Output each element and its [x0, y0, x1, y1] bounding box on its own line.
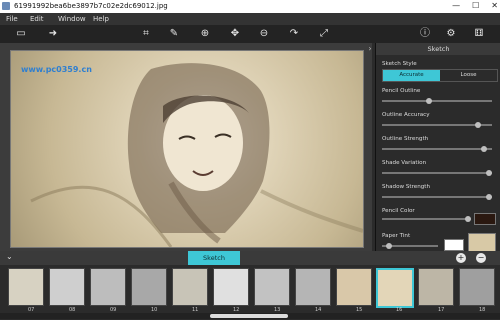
redo-icon[interactable]: ↷ — [287, 27, 301, 41]
preset-thumbnail[interactable] — [295, 268, 331, 306]
outline-accuracy-knob[interactable] — [475, 122, 481, 128]
menu-edit[interactable]: Edit — [30, 15, 44, 23]
minimize-icon[interactable]: — — [452, 1, 460, 10]
style-accurate-button[interactable]: Accurate — [383, 70, 440, 81]
filmstrip-scrollbar[interactable] — [0, 313, 500, 319]
close-icon[interactable]: ✕ — [491, 1, 498, 10]
share-icon[interactable]: ➜ — [46, 27, 60, 41]
panel-title: Sketch — [376, 43, 500, 55]
sketch-drawing — [30, 63, 363, 247]
tab-sketch[interactable]: Sketch — [188, 251, 240, 265]
window-title: 61991992bea6be3897b7c02e2dc69012.jpg — [14, 2, 168, 10]
paper-tint-slider[interactable] — [382, 243, 438, 249]
brush-icon[interactable]: ✎ — [167, 27, 181, 41]
preset-thumbnail[interactable] — [172, 268, 208, 306]
pencil-color-swatch[interactable] — [474, 213, 496, 225]
bottom-bar: ⌄ Sketch + − — [0, 251, 500, 265]
outline-accuracy-slider[interactable] — [382, 122, 492, 128]
preset-thumbnail[interactable] — [49, 268, 85, 306]
fit-icon[interactable]: ⤢ — [317, 27, 331, 41]
collapse-panel-icon[interactable]: › — [365, 43, 375, 55]
preset-thumbnail[interactable] — [213, 268, 249, 306]
sketch-style-label: Sketch Style — [382, 61, 417, 67]
menu-bar: File Edit Window Help — [0, 13, 500, 25]
pencil-color-slider[interactable] — [382, 216, 471, 222]
preset-thumbnail[interactable] — [90, 268, 126, 306]
canvas-area: www.pc0359.cn — [0, 43, 372, 251]
pencil-color-label: Pencil Color — [382, 208, 415, 214]
dice-icon[interactable]: ⚅ — [472, 27, 486, 41]
paper-tint-knob[interactable] — [386, 243, 392, 249]
paper-texture-swatch[interactable] — [468, 233, 496, 253]
preset-filmstrip: 07 08 09 10 11 12 13 14 15 16 17 18 — [0, 265, 500, 320]
toolbar: ▭ ➜ ⌗ ✎ ⊕ ✥ ⊖ ↷ ⤢ ⓘ ⚙ ⚅ — [0, 25, 500, 43]
scrollbar-thumb[interactable] — [210, 314, 288, 318]
maximize-icon[interactable]: ☐ — [472, 1, 479, 10]
collapse-filmstrip-icon[interactable]: ⌄ — [6, 252, 13, 261]
pencil-color-knob[interactable] — [465, 216, 471, 222]
style-loose-button[interactable]: Loose — [440, 70, 497, 81]
remove-preset-button[interactable]: − — [476, 253, 486, 263]
sketch-panel: Sketch Sketch Style Accurate Loose Penci… — [375, 43, 500, 253]
image-icon[interactable]: ▭ — [14, 27, 28, 41]
watermark-text: www.pc0359.cn — [21, 65, 92, 74]
preset-thumbnail[interactable] — [336, 268, 372, 306]
outline-accuracy-label: Outline Accuracy — [382, 112, 430, 118]
pencil-outline-label: Pencil Outline — [382, 88, 421, 94]
shadow-strength-slider[interactable] — [382, 194, 492, 200]
preset-thumbnail[interactable] — [459, 268, 495, 306]
window-controls: — ☐ ✕ — [452, 1, 498, 10]
add-preset-button[interactable]: + — [456, 253, 466, 263]
menu-file[interactable]: File — [6, 15, 18, 23]
crop-icon[interactable]: ⌗ — [139, 27, 153, 41]
sketch-image[interactable]: www.pc0359.cn — [10, 50, 364, 248]
shade-variation-knob[interactable] — [486, 170, 492, 176]
shade-variation-slider[interactable] — [382, 170, 492, 176]
preset-thumbnail[interactable] — [131, 268, 167, 306]
menu-window[interactable]: Window — [58, 15, 86, 23]
outline-strength-slider[interactable] — [382, 146, 492, 152]
preset-thumbnail-selected[interactable] — [376, 268, 414, 308]
pencil-outline-slider[interactable] — [382, 98, 492, 104]
settings-icon[interactable]: ⚙ — [444, 27, 458, 41]
sketch-style-toggle: Accurate Loose — [382, 69, 498, 82]
shadow-strength-knob[interactable] — [486, 194, 492, 200]
menu-help[interactable]: Help — [93, 15, 109, 23]
preset-thumbnail[interactable] — [418, 268, 454, 306]
pencil-outline-knob[interactable] — [426, 98, 432, 104]
title-bar: 61991992bea6be3897b7c02e2dc69012.jpg — ☐… — [0, 0, 500, 13]
app-icon — [2, 2, 10, 10]
outline-strength-label: Outline Strength — [382, 136, 429, 142]
paper-color-swatch[interactable] — [444, 239, 464, 251]
zoom-out-icon[interactable]: ⊖ — [257, 27, 271, 41]
zoom-in-icon[interactable]: ⊕ — [198, 27, 212, 41]
shadow-strength-label: Shadow Strength — [382, 184, 431, 190]
paper-tint-label: Paper Tint — [382, 233, 411, 239]
shade-variation-label: Shade Variation — [382, 160, 427, 166]
info-icon[interactable]: ⓘ — [418, 27, 432, 41]
preset-thumbnail[interactable] — [254, 268, 290, 306]
outline-strength-knob[interactable] — [481, 146, 487, 152]
preset-thumbnail[interactable] — [8, 268, 44, 306]
move-icon[interactable]: ✥ — [228, 27, 242, 41]
